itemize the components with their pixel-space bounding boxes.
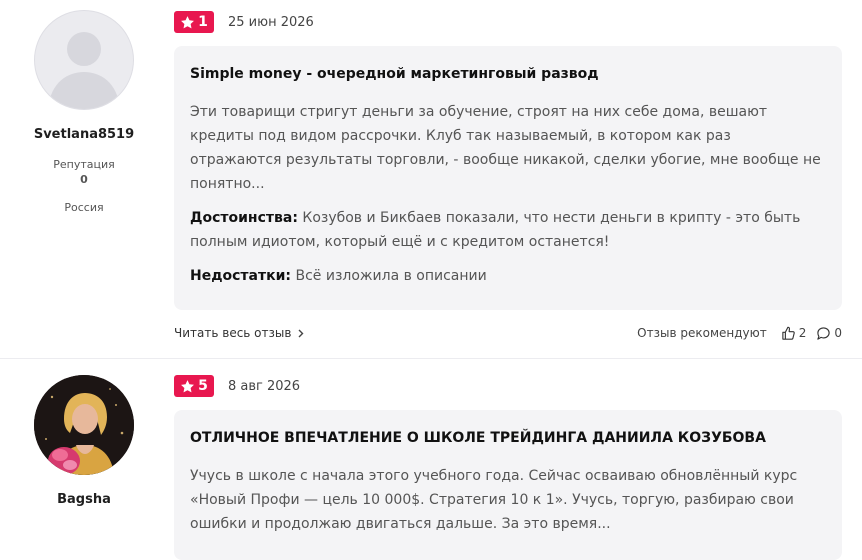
chevron-right-icon — [298, 329, 304, 337]
star-icon — [181, 379, 195, 392]
review-meta: 5 8 авг 2026 — [174, 375, 842, 397]
avatar[interactable] — [34, 375, 134, 475]
review-pros: Достоинства: Козубов и Бикбаев показали,… — [190, 206, 826, 254]
read-more-label: Читать весь отзыв — [174, 326, 292, 340]
pros-label: Достоинства: — [190, 210, 298, 226]
review-title[interactable]: Simple money - очередной маркетинговый р… — [190, 64, 826, 84]
review-content: 1 25 июн 2026 Simple money - очередной м… — [174, 0, 842, 343]
comments-count: 0 — [834, 326, 842, 340]
review-text: Эти товарищи стригут деньги за обучение,… — [190, 104, 821, 192]
like-button[interactable]: 2 — [781, 326, 807, 341]
username[interactable]: Svetlana8519 — [0, 127, 168, 142]
likes-count: 2 — [798, 326, 807, 340]
review-actions: Отзыв рекомендуют 2 0 — [637, 326, 842, 341]
rating-badge: 1 — [174, 11, 214, 33]
rating-value: 5 — [198, 378, 208, 394]
comment-icon — [817, 326, 831, 340]
rating-value: 1 — [198, 14, 208, 30]
user-country: Россия — [64, 201, 104, 214]
cons-label: Недостатки: — [190, 268, 292, 284]
reputation-label: Репутация — [53, 158, 115, 171]
username[interactable]: Bagsha — [0, 492, 168, 507]
avatar[interactable] — [34, 10, 134, 110]
review-date: 8 авг 2026 — [228, 378, 301, 394]
review-author: Bagsha — [0, 359, 168, 507]
cons-text: Всё изложила в описании — [295, 268, 487, 284]
review-card[interactable]: ОТЛИЧНОЕ ВПЕЧАТЛЕНИЕ О ШКОЛЕ ТРЕЙДИНГА Д… — [174, 410, 842, 560]
review-item: Svetlana8519 Репутация 0 Россия 1 25 июн… — [0, 0, 862, 359]
star-icon — [181, 15, 195, 28]
review-cons: Недостатки: Всё изложила в описании — [190, 264, 826, 288]
review-footer: Читать весь отзыв Отзыв рекомендуют 2 0 — [174, 323, 842, 343]
review-meta: 1 25 июн 2026 — [174, 11, 842, 33]
comments-button[interactable]: 0 — [816, 326, 842, 341]
review-item: Bagsha 5 8 авг 2026 ОТЛИЧНОЕ ВПЕЧАТЛЕНИЕ… — [0, 359, 862, 560]
reputation-value: 0 — [80, 173, 88, 186]
review-text: Учусь в школе с начала этого учебного го… — [190, 468, 798, 532]
recommend-label: Отзыв рекомендуют — [637, 326, 767, 340]
read-more-link[interactable]: Читать весь отзыв — [174, 326, 304, 340]
review-title[interactable]: ОТЛИЧНОЕ ВПЕЧАТЛЕНИЕ О ШКОЛЕ ТРЕЙДИНГА Д… — [190, 428, 826, 448]
thumbs-up-icon — [782, 326, 795, 340]
review-card[interactable]: Simple money - очередной маркетинговый р… — [174, 46, 842, 310]
review-author: Svetlana8519 Репутация 0 Россия — [0, 0, 168, 214]
user-photo-icon — [34, 375, 134, 475]
default-avatar-icon — [48, 32, 120, 109]
rating-badge: 5 — [174, 375, 214, 397]
review-date: 25 июн 2026 — [228, 14, 314, 30]
